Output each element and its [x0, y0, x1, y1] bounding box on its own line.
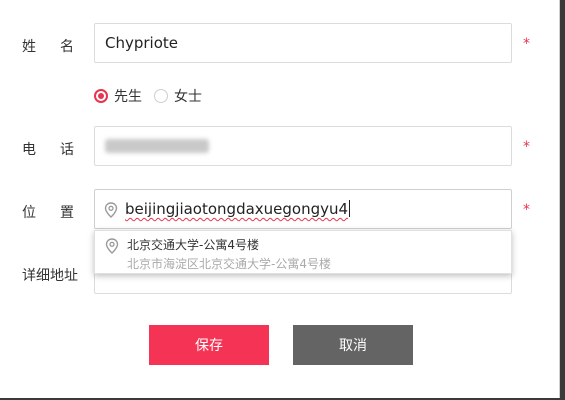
name-input[interactable]: Chypriote — [94, 23, 512, 63]
name-value: Chypriote — [105, 34, 179, 52]
suggestion-pin-icon — [105, 238, 119, 254]
save-button[interactable]: 保存 — [149, 325, 269, 365]
location-value: beijingjiaotongdaxuegongyu4 — [125, 200, 351, 218]
location-label: 位 置 — [22, 205, 74, 221]
location-suggestion-item[interactable]: 北京交通大学-公寓4号楼 北京市海淀区北京交通大学-公寓4号楼 — [94, 230, 512, 274]
radio-mr[interactable]: 先生 — [94, 86, 142, 106]
name-label: 姓 名 — [22, 39, 74, 55]
cancel-button[interactable]: 取消 — [293, 325, 413, 365]
location-required-mark: * — [523, 202, 530, 218]
phone-required-mark: * — [523, 139, 530, 155]
address-detail-label: 详细地址 — [22, 268, 78, 284]
phone-input[interactable] — [94, 126, 512, 166]
gender-radio-group: 先生 女士 — [94, 86, 214, 106]
phone-label: 电 话 — [22, 142, 74, 158]
radio-checked-icon — [94, 89, 108, 103]
radio-ms[interactable]: 女士 — [154, 86, 202, 106]
phone-blurred-value — [105, 139, 209, 153]
suggestion-subtitle: 北京市海淀区北京交通大学-公寓4号楼 — [127, 257, 331, 271]
location-input[interactable]: beijingjiaotongdaxuegongyu4 — [94, 189, 512, 229]
name-required-mark: * — [523, 36, 530, 52]
radio-unchecked-icon — [154, 89, 168, 103]
radio-ms-label: 女士 — [174, 89, 202, 105]
radio-mr-label: 先生 — [114, 89, 142, 105]
suggestion-title: 北京交通大学-公寓4号楼 — [127, 238, 259, 252]
location-pin-icon — [104, 202, 118, 218]
text-caret — [349, 200, 351, 217]
address-dialog: 姓 名 Chypriote * 先生 女士 电 话 * 位 置 beijingj… — [0, 0, 560, 398]
